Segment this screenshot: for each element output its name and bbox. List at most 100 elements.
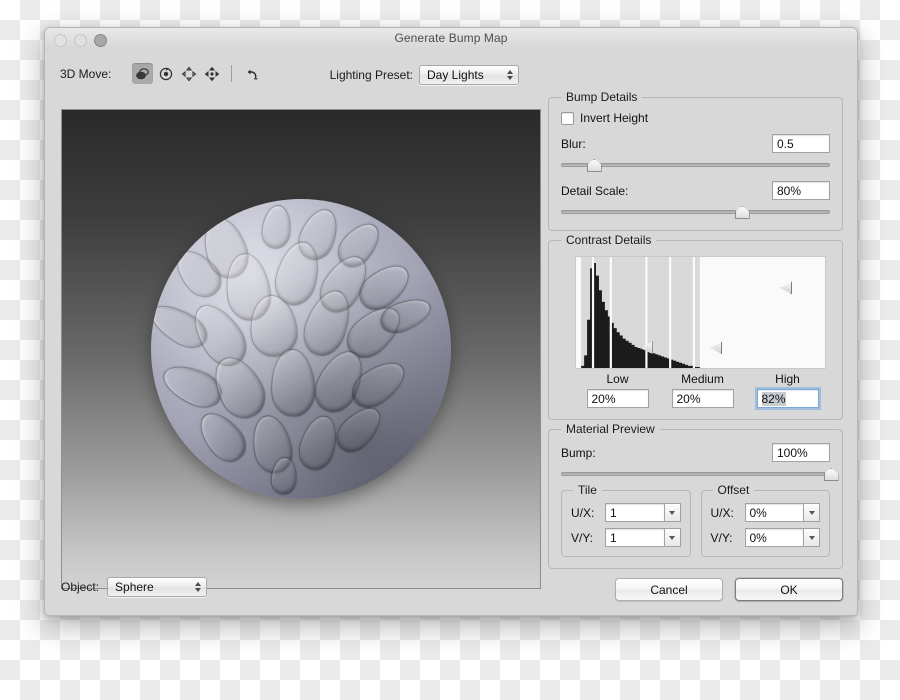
detail-scale-slider-knob[interactable]: [734, 206, 750, 219]
low-column: Low 20%: [575, 372, 660, 408]
chevron-down-icon: [808, 535, 815, 540]
tile-ux-label: U/X:: [571, 505, 595, 520]
bump-input[interactable]: 100%: [772, 443, 830, 462]
invert-height-row[interactable]: Invert Height: [561, 111, 830, 125]
medium-column: Medium 20%: [660, 372, 745, 408]
model-preview-canvas[interactable]: [61, 109, 541, 589]
bump-slider-track: [561, 472, 830, 476]
offset-ux-row: U/X: 0%: [710, 503, 820, 522]
lighting-preset-control: Lighting Preset: Day Lights: [330, 65, 519, 85]
dialog-buttons: Cancel OK: [615, 578, 843, 601]
dialog-body: 3D Move: Lighting Preset: Day Lights Obj…: [45, 50, 857, 615]
lighting-preset-select[interactable]: Day Lights: [419, 65, 519, 85]
lighting-preset-value: Day Lights: [427, 68, 484, 82]
offset-ux-combo[interactable]: 0%: [744, 503, 820, 522]
undo-arrow-icon: [247, 69, 257, 79]
move-tool-group: [132, 63, 262, 84]
low-input[interactable]: 20%: [586, 389, 649, 408]
medium-input[interactable]: 20%: [671, 389, 734, 408]
bump-slider[interactable]: [561, 467, 839, 481]
object-value: Sphere: [115, 580, 154, 594]
tile-ux-dropdown-button[interactable]: [663, 503, 681, 522]
offset-ux-input[interactable]: 0%: [744, 503, 803, 522]
tile-vy-input[interactable]: 1: [605, 528, 664, 547]
material-preview-title: Material Preview: [561, 422, 660, 436]
reset-view-button[interactable]: [241, 63, 262, 84]
pan-tool-button[interactable]: [178, 63, 199, 84]
detail-scale-input[interactable]: 80%: [772, 181, 830, 200]
detail-scale-row: Detail Scale: 80%: [561, 181, 830, 200]
invert-height-label: Invert Height: [580, 111, 649, 125]
toolbar-divider: [231, 65, 232, 82]
tile-vy-label: V/Y:: [571, 530, 594, 545]
chevron-down-icon: [669, 510, 675, 515]
roll-icon: [159, 67, 172, 80]
toolbar: 3D Move: Lighting Preset: Day Lights: [60, 63, 843, 87]
offset-group: Offset U/X: 0% V/Y: 0%: [700, 483, 830, 557]
contrast-details-title: Contrast Details: [561, 233, 657, 247]
offset-vy-input[interactable]: 0%: [744, 528, 803, 547]
offset-ux-label: U/X:: [710, 505, 734, 520]
bump-slider-knob[interactable]: [823, 468, 839, 481]
object-select[interactable]: Sphere: [107, 577, 208, 597]
tile-title: Tile: [573, 483, 602, 497]
chevron-down-icon: [669, 535, 675, 540]
material-preview-group: Material Preview Bump: 100% Tile U/X: 1 …: [548, 422, 843, 569]
tile-vy-dropdown-button[interactable]: [663, 528, 681, 547]
high-column: High 82%: [745, 372, 830, 408]
tile-ux-input[interactable]: 1: [605, 503, 664, 522]
ok-button[interactable]: OK: [735, 578, 843, 601]
offset-title: Offset: [712, 483, 755, 497]
tile-ux-row: U/X: 1: [571, 503, 681, 522]
detail-scale-slider-track: [561, 210, 830, 214]
offset-ux-dropdown-button[interactable]: [803, 503, 820, 522]
preview-sphere: [151, 199, 451, 499]
tile-group: Tile U/X: 1 V/Y: 1: [561, 483, 691, 557]
bump-label: Bump:: [561, 445, 596, 460]
blur-input[interactable]: 0.5: [772, 134, 830, 153]
cancel-button[interactable]: Cancel: [615, 578, 723, 601]
medium-label: Medium: [681, 372, 724, 386]
orbit-tool-button[interactable]: [132, 63, 153, 84]
offset-vy-row: V/Y: 0%: [710, 528, 820, 547]
object-label: Object:: [61, 580, 100, 594]
blur-row: Blur: 0.5: [561, 134, 830, 153]
pan-icon: [181, 66, 196, 81]
sphere-surface: [151, 199, 451, 499]
bump-details-title: Bump Details: [561, 90, 643, 104]
bump-details-group: Bump Details Invert Height Blur: 0.5 Det…: [548, 90, 843, 231]
orbit-icon: [135, 67, 149, 79]
slide-icon: [204, 66, 219, 81]
updown-chevron-icon: [195, 582, 202, 592]
high-label: High: [775, 372, 800, 386]
detail-scale-label: Detail Scale:: [561, 183, 629, 198]
offset-vy-combo[interactable]: 0%: [744, 528, 820, 547]
slide-tool-button[interactable]: [201, 63, 222, 84]
blur-slider-knob[interactable]: [586, 159, 602, 172]
blur-slider[interactable]: [561, 158, 830, 172]
contrast-details-group: Contrast Details Low 20% Medium 20% High…: [548, 233, 843, 420]
roll-tool-button[interactable]: [155, 63, 176, 84]
contrast-columns: Low 20% Medium 20% High 82%: [561, 372, 830, 408]
tile-vy-combo[interactable]: 1: [605, 528, 681, 547]
tile-offset-row: Tile U/X: 1 V/Y: 1 Offset U/X: 0% V/Y: 0…: [561, 483, 830, 557]
object-control: Object: Sphere: [61, 577, 208, 597]
offset-vy-label: V/Y:: [710, 530, 733, 545]
updown-chevron-icon: [507, 70, 513, 80]
settings-column: Bump Details Invert Height Blur: 0.5 Det…: [548, 90, 843, 578]
low-label: Low: [606, 372, 629, 386]
chevron-down-icon: [808, 510, 815, 515]
tile-ux-combo[interactable]: 1: [605, 503, 681, 522]
lighting-preset-label: Lighting Preset:: [329, 68, 413, 82]
window-titlebar: Generate Bump Map: [45, 28, 857, 51]
invert-height-checkbox[interactable]: [561, 111, 574, 125]
high-input[interactable]: 82%: [756, 389, 819, 408]
histogram-plot: [581, 257, 700, 368]
window-title: Generate Bump Map: [394, 31, 508, 45]
bump-row: Bump: 100%: [561, 443, 830, 462]
offset-vy-dropdown-button[interactable]: [803, 528, 820, 547]
generate-bump-map-dialog: Generate Bump Map 3D Move: Lighting Pres…: [44, 27, 858, 616]
histogram[interactable]: [575, 256, 826, 369]
move-mode-label: 3D Move:: [60, 67, 112, 81]
detail-scale-slider[interactable]: [561, 205, 830, 219]
